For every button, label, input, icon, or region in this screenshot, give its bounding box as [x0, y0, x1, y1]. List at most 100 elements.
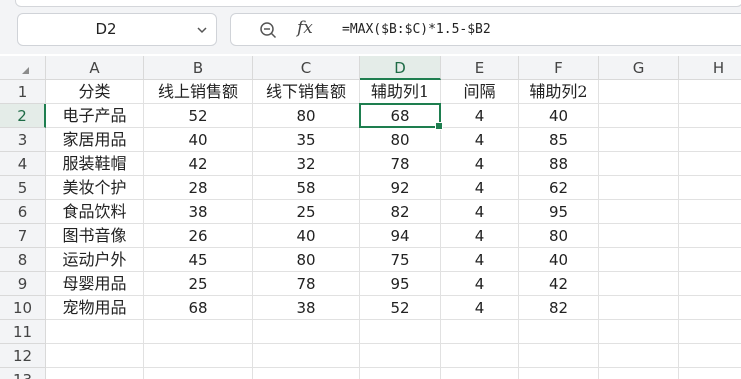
cell-H10[interactable] [679, 296, 741, 320]
cell-C12[interactable] [253, 344, 360, 368]
cell-A9[interactable]: 母婴用品 [46, 272, 144, 296]
cell-G1[interactable] [599, 80, 679, 104]
cell-A2[interactable]: 电子产品 [46, 104, 144, 128]
cell-C11[interactable] [253, 320, 360, 344]
cell-E7[interactable]: 4 [441, 224, 519, 248]
select-all-corner[interactable] [0, 56, 46, 80]
cell-C1[interactable]: 线下销售额 [253, 80, 360, 104]
cell-F7[interactable]: 80 [519, 224, 599, 248]
name-box[interactable]: D2 [17, 13, 217, 46]
cell-A11[interactable] [46, 320, 144, 344]
cell-G13[interactable] [599, 368, 679, 379]
cell-D12[interactable] [360, 344, 441, 368]
cell-E8[interactable]: 4 [441, 248, 519, 272]
cell-H6[interactable] [679, 200, 741, 224]
cell-A3[interactable]: 家居用品 [46, 128, 144, 152]
cell-D7[interactable]: 94 [360, 224, 441, 248]
cell-H1[interactable] [679, 80, 741, 104]
row-header-6[interactable]: 6 [0, 200, 46, 224]
cell-F13[interactable] [519, 368, 599, 379]
cell-D6[interactable]: 82 [360, 200, 441, 224]
cell-B10[interactable]: 68 [144, 296, 253, 320]
column-header-G[interactable]: G [599, 56, 679, 80]
cell-H7[interactable] [679, 224, 741, 248]
cell-G6[interactable] [599, 200, 679, 224]
cell-C8[interactable]: 80 [253, 248, 360, 272]
cell-B4[interactable]: 42 [144, 152, 253, 176]
cell-B2[interactable]: 52 [144, 104, 253, 128]
column-header-D[interactable]: D [360, 56, 441, 80]
cell-E1[interactable]: 间隔 [441, 80, 519, 104]
cell-G11[interactable] [599, 320, 679, 344]
cell-B6[interactable]: 38 [144, 200, 253, 224]
cell-D4[interactable]: 78 [360, 152, 441, 176]
cell-C6[interactable]: 25 [253, 200, 360, 224]
cell-A8[interactable]: 运动户外 [46, 248, 144, 272]
column-header-B[interactable]: B [144, 56, 253, 80]
cell-D3[interactable]: 80 [360, 128, 441, 152]
column-header-H[interactable]: H [679, 56, 741, 80]
cell-B8[interactable]: 45 [144, 248, 253, 272]
cell-C7[interactable]: 40 [253, 224, 360, 248]
cell-A7[interactable]: 图书音像 [46, 224, 144, 248]
cell-F6[interactable]: 95 [519, 200, 599, 224]
cell-H5[interactable] [679, 176, 741, 200]
cell-G2[interactable] [599, 104, 679, 128]
cell-F8[interactable]: 40 [519, 248, 599, 272]
cell-B12[interactable] [144, 344, 253, 368]
cell-B13[interactable] [144, 368, 253, 379]
row-header-13[interactable]: 13 [0, 368, 46, 379]
cell-C3[interactable]: 35 [253, 128, 360, 152]
row-header-4[interactable]: 4 [0, 152, 46, 176]
column-header-E[interactable]: E [441, 56, 519, 80]
cell-H8[interactable] [679, 248, 741, 272]
row-header-12[interactable]: 12 [0, 344, 46, 368]
cell-D5[interactable]: 92 [360, 176, 441, 200]
cell-D8[interactable]: 75 [360, 248, 441, 272]
column-header-C[interactable]: C [253, 56, 360, 80]
cell-F4[interactable]: 88 [519, 152, 599, 176]
cell-E12[interactable] [441, 344, 519, 368]
cell-B7[interactable]: 26 [144, 224, 253, 248]
row-header-7[interactable]: 7 [0, 224, 46, 248]
cell-H3[interactable] [679, 128, 741, 152]
row-header-5[interactable]: 5 [0, 176, 46, 200]
cell-F3[interactable]: 85 [519, 128, 599, 152]
cell-D13[interactable] [360, 368, 441, 379]
cell-A5[interactable]: 美妆个护 [46, 176, 144, 200]
cell-E4[interactable]: 4 [441, 152, 519, 176]
cell-F12[interactable] [519, 344, 599, 368]
row-header-1[interactable]: 1 [0, 80, 46, 104]
cell-G7[interactable] [599, 224, 679, 248]
cell-E2[interactable]: 4 [441, 104, 519, 128]
cell-E13[interactable] [441, 368, 519, 379]
cell-A4[interactable]: 服装鞋帽 [46, 152, 144, 176]
cell-F11[interactable] [519, 320, 599, 344]
fx-icon[interactable]: fx [297, 18, 313, 38]
cell-C4[interactable]: 32 [253, 152, 360, 176]
cell-C2[interactable]: 80 [253, 104, 360, 128]
cell-E9[interactable]: 4 [441, 272, 519, 296]
cell-F5[interactable]: 62 [519, 176, 599, 200]
cell-H9[interactable] [679, 272, 741, 296]
cell-H12[interactable] [679, 344, 741, 368]
column-header-A[interactable]: A [46, 56, 144, 80]
row-header-2[interactable]: 2 [0, 104, 46, 128]
cell-E10[interactable]: 4 [441, 296, 519, 320]
cell-C10[interactable]: 38 [253, 296, 360, 320]
cell-G3[interactable] [599, 128, 679, 152]
row-header-9[interactable]: 9 [0, 272, 46, 296]
cell-C13[interactable] [253, 368, 360, 379]
cell-E3[interactable]: 4 [441, 128, 519, 152]
cell-H4[interactable] [679, 152, 741, 176]
cell-B1[interactable]: 线上销售额 [144, 80, 253, 104]
cell-H11[interactable] [679, 320, 741, 344]
cell-F1[interactable]: 辅助列2 [519, 80, 599, 104]
cell-A1[interactable]: 分类 [46, 80, 144, 104]
cell-A13[interactable] [46, 368, 144, 379]
cell-C5[interactable]: 58 [253, 176, 360, 200]
cell-A12[interactable] [46, 344, 144, 368]
row-header-11[interactable]: 11 [0, 320, 46, 344]
cell-D10[interactable]: 52 [360, 296, 441, 320]
cell-B9[interactable]: 25 [144, 272, 253, 296]
